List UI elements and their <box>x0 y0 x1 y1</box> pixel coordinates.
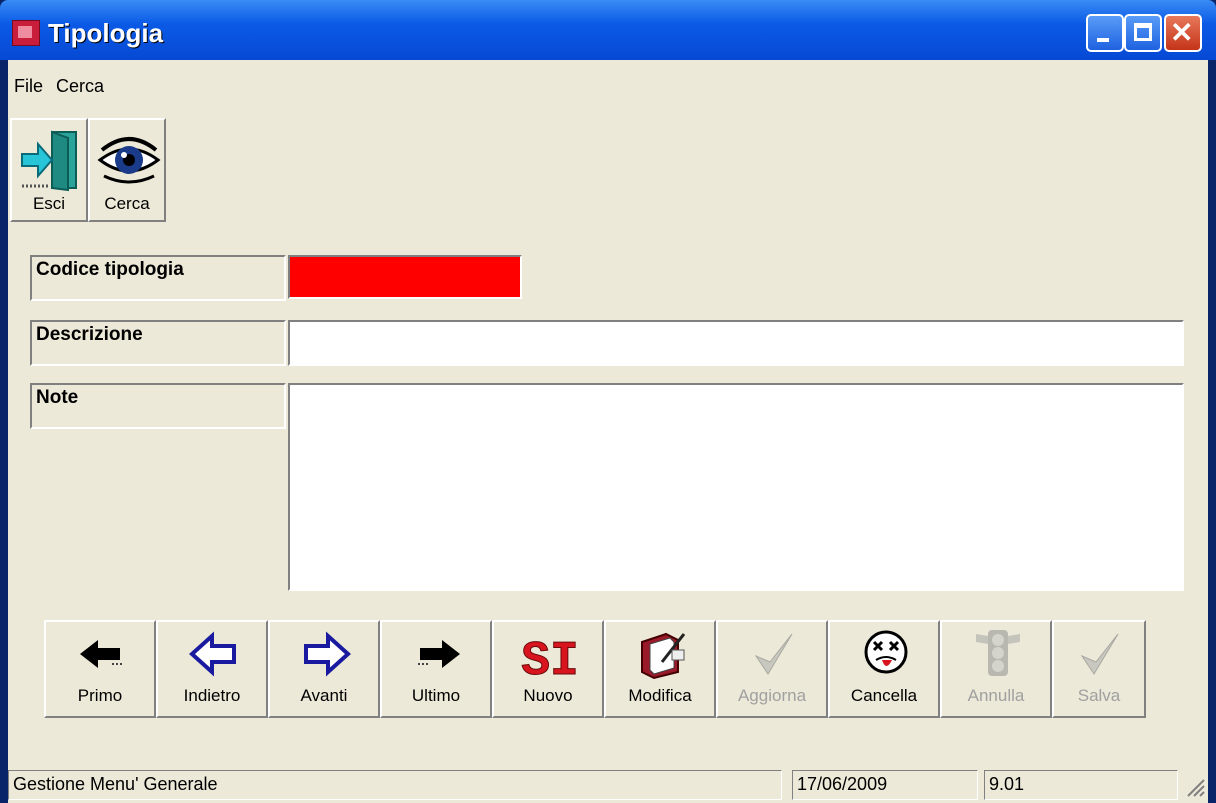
prev-button[interactable]: Indietro <box>156 620 268 718</box>
window-title: Tipologia <box>48 18 164 48</box>
search-label: Cerca <box>104 194 150 213</box>
last-arrow-icon <box>418 640 460 668</box>
dead-face-icon <box>864 630 908 674</box>
status-message: Gestione Menu' Generale <box>8 770 782 800</box>
update-label: Aggiorna <box>737 686 807 705</box>
last-button[interactable]: Ultimo <box>380 620 492 718</box>
save-button[interactable]: Salva <box>1052 620 1146 718</box>
traffic-light-icon <box>976 630 1020 676</box>
first-label: Primo <box>77 686 123 705</box>
edit-book-icon <box>641 632 686 680</box>
edit-button[interactable]: Modifica <box>604 620 716 718</box>
exit-door-icon <box>21 130 77 192</box>
menu-cerca[interactable]: Cerca <box>56 76 104 97</box>
last-label: Ultimo <box>411 686 461 705</box>
code-field[interactable] <box>288 255 522 299</box>
delete-label: Cancella <box>850 686 918 705</box>
checkmark-icon <box>754 633 793 675</box>
exit-label: Esci <box>32 194 66 213</box>
new-si-icon: SI <box>521 635 580 685</box>
update-button[interactable]: Aggiorna <box>716 620 828 718</box>
menu-bar: File Cerca <box>8 60 1208 112</box>
status-bar: Gestione Menu' Generale 17/06/2009 9.01 <box>8 766 1208 803</box>
minimize-button[interactable] <box>1086 14 1124 52</box>
new-label: Nuovo <box>523 686 573 705</box>
cancel-label: Annulla <box>967 686 1025 705</box>
first-arrow-icon <box>80 640 122 668</box>
prev-arrow-icon <box>189 631 236 677</box>
title-bar[interactable]: Tipologia ✕ <box>0 0 1216 60</box>
notes-field[interactable] <box>288 383 1184 591</box>
save-checkmark-icon <box>1080 633 1119 675</box>
next-label: Avanti <box>300 686 348 705</box>
status-date: 17/06/2009 <box>792 770 978 800</box>
notes-label: Note <box>30 383 286 429</box>
menu-file[interactable]: File <box>14 76 43 97</box>
app-window: Tipologia ✕ File Cerca Esci Cerca Codice… <box>0 0 1216 803</box>
next-arrow-icon <box>304 631 351 677</box>
prev-label: Indietro <box>183 686 241 705</box>
app-icon[interactable] <box>12 20 40 46</box>
close-icon: ✕ <box>1170 17 1194 48</box>
code-label: Codice tipologia <box>30 255 286 301</box>
description-label: Descrizione <box>30 320 286 366</box>
eye-icon <box>97 137 161 184</box>
maximize-button[interactable] <box>1124 14 1162 52</box>
new-button[interactable]: SI Nuovo <box>492 620 604 718</box>
first-button[interactable]: Primo <box>44 620 156 718</box>
new-icon-text: SI <box>521 635 579 684</box>
search-button[interactable]: Cerca <box>88 118 166 222</box>
client-area: File Cerca Esci Cerca Codice tipologia D… <box>8 60 1208 803</box>
maximize-icon <box>1134 23 1152 41</box>
close-button[interactable]: ✕ <box>1164 14 1202 52</box>
save-label: Salva <box>1077 686 1121 705</box>
resize-grip-icon[interactable] <box>1184 776 1206 798</box>
navigation-bar: Primo Indietro Avanti Ultimo SI Nuovo Mo… <box>44 620 1146 718</box>
exit-button[interactable]: Esci <box>10 118 88 222</box>
cancel-button[interactable]: Annulla <box>940 620 1052 718</box>
minimize-icon <box>1097 38 1109 42</box>
next-button[interactable]: Avanti <box>268 620 380 718</box>
delete-button[interactable]: Cancella <box>828 620 940 718</box>
status-version: 9.01 <box>984 770 1178 800</box>
edit-label: Modifica <box>628 686 692 705</box>
description-field[interactable] <box>288 320 1184 366</box>
